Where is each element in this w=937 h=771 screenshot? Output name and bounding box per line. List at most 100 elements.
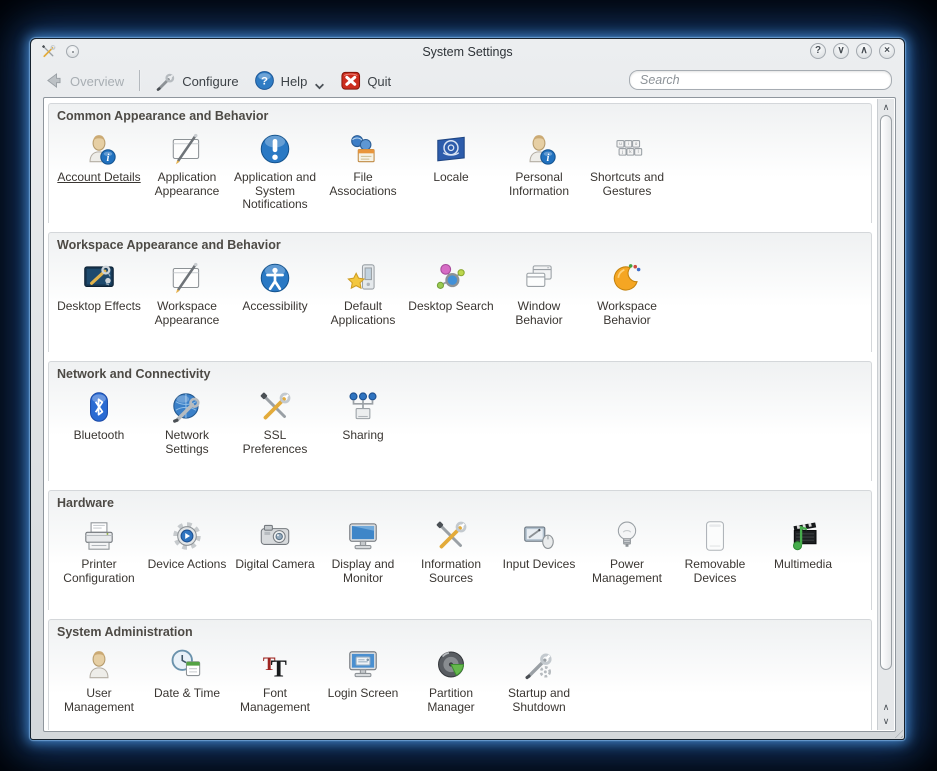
settings-item-font-management[interactable]: TTFont Management bbox=[231, 646, 319, 714]
back-arrow-icon bbox=[43, 70, 64, 91]
item-label: Font Management bbox=[231, 687, 319, 714]
settings-item-account-details[interactable]: iAccount Details bbox=[55, 130, 143, 185]
section-title: Hardware bbox=[57, 496, 869, 510]
system-settings-app-icon[interactable] bbox=[40, 43, 57, 60]
overview-button[interactable]: Overview bbox=[43, 70, 124, 91]
scroll-up-arrow-bottom[interactable]: ∧ bbox=[878, 700, 894, 714]
settings-item-shortcuts-gestures[interactable]: uiojklShortcuts and Gestures bbox=[583, 130, 671, 198]
item-label: Workspace Appearance bbox=[143, 300, 231, 327]
configure-button[interactable]: Configure bbox=[155, 70, 238, 91]
section-title: System Administration bbox=[57, 625, 869, 639]
settings-item-ssl-preferences[interactable]: SSL Preferences bbox=[231, 388, 319, 456]
item-label: Display and Monitor bbox=[319, 558, 407, 585]
settings-item-desktop-search[interactable]: Desktop Search bbox=[407, 259, 495, 314]
chevron-down-icon[interactable] bbox=[313, 83, 325, 91]
removable-devices-icon bbox=[696, 517, 734, 555]
settings-item-digital-camera[interactable]: Digital Camera bbox=[231, 517, 319, 572]
user-management-icon bbox=[80, 646, 118, 684]
settings-item-default-applications[interactable]: Default Applications bbox=[319, 259, 407, 327]
settings-item-input-devices[interactable]: Input Devices bbox=[495, 517, 583, 572]
settings-item-application-appearance[interactable]: Application Appearance bbox=[143, 130, 231, 198]
settings-item-workspace-appearance[interactable]: Workspace Appearance bbox=[143, 259, 231, 327]
settings-item-display-monitor[interactable]: Display and Monitor bbox=[319, 517, 407, 585]
shade-up-button[interactable]: ∧ bbox=[856, 43, 872, 59]
settings-item-information-sources[interactable]: Information Sources bbox=[407, 517, 495, 585]
item-label: Locale bbox=[433, 171, 468, 185]
keep-above-button[interactable] bbox=[66, 45, 79, 58]
svg-text:i: i bbox=[628, 141, 629, 146]
svg-text:l: l bbox=[638, 149, 639, 154]
settings-item-file-associations[interactable]: File Associations bbox=[319, 130, 407, 198]
item-label: Input Devices bbox=[503, 558, 576, 572]
account-details-icon: i bbox=[80, 130, 118, 168]
item-label: Date & Time bbox=[154, 687, 220, 701]
settings-item-device-actions[interactable]: Device Actions bbox=[143, 517, 231, 572]
item-label: Removable Devices bbox=[671, 558, 759, 585]
scroll-down-arrow[interactable]: ∨ bbox=[878, 714, 894, 728]
settings-item-removable-devices[interactable]: Removable Devices bbox=[671, 517, 759, 585]
settings-item-desktop-effects[interactable]: Desktop Effects bbox=[55, 259, 143, 314]
item-label: Personal Information bbox=[495, 171, 583, 198]
item-label: Bluetooth bbox=[74, 429, 125, 443]
digital-camera-icon bbox=[256, 517, 294, 555]
window-buttons: ? ∨ ∧ × bbox=[810, 43, 895, 59]
item-label: Application Appearance bbox=[143, 171, 231, 198]
vertical-scrollbar[interactable]: ∧ ∧ ∨ bbox=[877, 99, 894, 730]
titlebar[interactable]: System Settings ? ∨ ∧ × bbox=[31, 39, 904, 64]
window-title: System Settings bbox=[31, 45, 904, 59]
section-items: iAccount DetailsApplication AppearanceAp… bbox=[55, 130, 869, 212]
shortcuts-gestures-icon: uiojkl bbox=[608, 130, 646, 168]
settings-item-login-screen[interactable]: Login Screen bbox=[319, 646, 407, 701]
settings-item-partition-manager[interactable]: Partition Manager bbox=[407, 646, 495, 714]
quit-icon bbox=[340, 70, 361, 91]
login-screen-icon bbox=[344, 646, 382, 684]
settings-item-accessibility[interactable]: Accessibility bbox=[231, 259, 319, 314]
section-network-and-connectivity: Network and ConnectivityBluetoothNetwork… bbox=[48, 361, 872, 481]
settings-item-user-management[interactable]: User Management bbox=[55, 646, 143, 714]
file-associations-icon bbox=[344, 130, 382, 168]
scroll-up-arrow[interactable]: ∧ bbox=[878, 100, 894, 114]
item-label: Power Management bbox=[583, 558, 671, 585]
item-label: Desktop Search bbox=[408, 300, 493, 314]
close-button[interactable]: × bbox=[879, 43, 895, 59]
input-devices-icon bbox=[520, 517, 558, 555]
display-monitor-icon bbox=[344, 517, 382, 555]
svg-text:o: o bbox=[635, 141, 638, 146]
item-label: Application and System Notifications bbox=[231, 171, 319, 212]
quit-button[interactable]: Quit bbox=[340, 70, 391, 91]
settings-item-date-time[interactable]: Date & Time bbox=[143, 646, 231, 701]
whats-this-button[interactable]: ? bbox=[810, 43, 826, 59]
settings-item-multimedia[interactable]: Multimedia bbox=[759, 517, 847, 572]
settings-item-network-settings[interactable]: Network Settings bbox=[143, 388, 231, 456]
locale-icon bbox=[432, 130, 470, 168]
settings-item-personal-information[interactable]: iPersonal Information bbox=[495, 130, 583, 198]
search-input[interactable] bbox=[629, 70, 892, 90]
settings-item-sharing[interactable]: Sharing bbox=[319, 388, 407, 443]
quit-label: Quit bbox=[367, 74, 391, 91]
item-label: Printer Configuration bbox=[55, 558, 143, 585]
shade-down-button[interactable]: ∨ bbox=[833, 43, 849, 59]
settings-item-bluetooth[interactable]: Bluetooth bbox=[55, 388, 143, 443]
settings-item-notifications[interactable]: Application and System Notifications bbox=[231, 130, 319, 212]
settings-item-locale[interactable]: Locale bbox=[407, 130, 495, 185]
item-label: Shortcuts and Gestures bbox=[583, 171, 671, 198]
item-label: File Associations bbox=[319, 171, 407, 198]
item-label: Network Settings bbox=[143, 429, 231, 456]
multimedia-icon bbox=[784, 517, 822, 555]
settings-item-window-behavior[interactable]: Window Behavior bbox=[495, 259, 583, 327]
section-workspace-appearance-and-behavior: Workspace Appearance and BehaviorDesktop… bbox=[48, 232, 872, 352]
item-label: Workspace Behavior bbox=[583, 300, 671, 327]
item-label: Multimedia bbox=[774, 558, 832, 572]
item-label: Window Behavior bbox=[495, 300, 583, 327]
settings-item-startup-shutdown[interactable]: Startup and Shutdown bbox=[495, 646, 583, 714]
svg-text:u: u bbox=[619, 141, 622, 146]
scrollbar-thumb[interactable] bbox=[880, 115, 892, 670]
settings-item-power-management[interactable]: Power Management bbox=[583, 517, 671, 585]
settings-item-workspace-behavior[interactable]: Workspace Behavior bbox=[583, 259, 671, 327]
help-icon: ? bbox=[254, 70, 275, 91]
item-label: Login Screen bbox=[328, 687, 399, 701]
notifications-icon bbox=[256, 130, 294, 168]
settings-item-printer-configuration[interactable]: Printer Configuration bbox=[55, 517, 143, 585]
ssl-preferences-icon bbox=[256, 388, 294, 426]
help-button[interactable]: ? Help bbox=[254, 70, 326, 91]
